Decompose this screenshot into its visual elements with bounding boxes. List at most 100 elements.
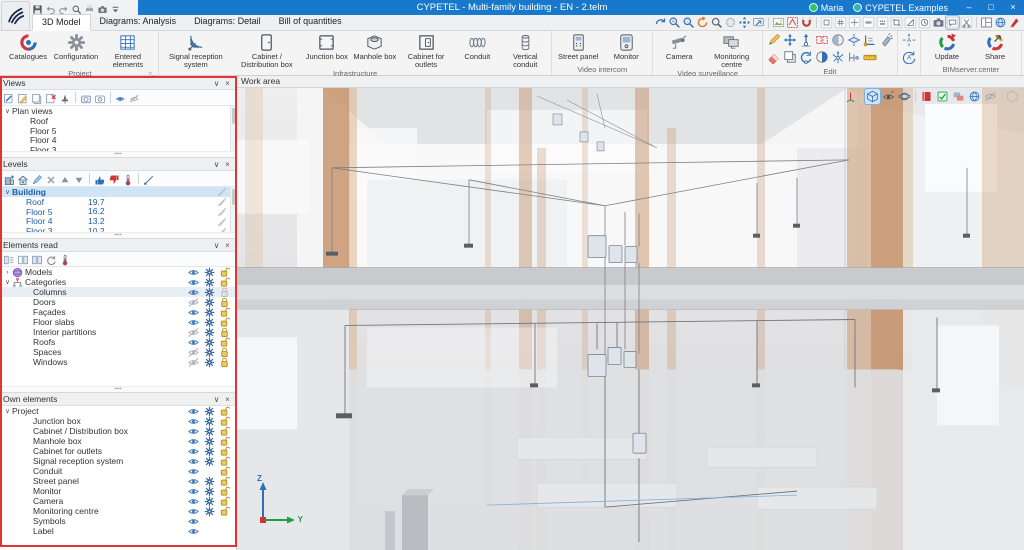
own-elements-row-camera[interactable]: Camera	[0, 496, 236, 506]
move-down-icon[interactable]	[73, 173, 85, 185]
lock-toggle-icon[interactable]	[219, 357, 230, 368]
add-level-icon[interactable]	[17, 173, 29, 185]
flatten-button[interactable]	[847, 33, 861, 47]
view-layers-icon[interactable]	[951, 89, 966, 104]
collapse-icon[interactable]: ∨	[211, 240, 222, 251]
configuration-button[interactable]: Configuration	[52, 32, 100, 61]
import-template-icon[interactable]	[786, 16, 799, 29]
expander-icon[interactable]: ∨	[3, 278, 12, 286]
share-button[interactable]: Share	[971, 32, 1019, 61]
own-elements-row-symbols[interactable]: Symbols	[0, 516, 236, 526]
view-green-icon[interactable]	[935, 89, 950, 104]
reject-icon[interactable]	[108, 173, 120, 185]
web-icon[interactable]	[994, 16, 1007, 29]
delete-level-icon[interactable]	[45, 173, 57, 185]
elements-read-row-interior-partitions[interactable]: Interior partitions	[0, 327, 236, 337]
catalogues-button[interactable]: Catalogues	[4, 32, 52, 61]
edit-view-icon[interactable]	[17, 92, 29, 104]
keyboard-icon[interactable]	[876, 16, 889, 29]
levels-row-roof[interactable]: Roof19.7	[0, 197, 236, 207]
move-vertical-button[interactable]	[799, 33, 813, 47]
views-row-floor-4[interactable]: Floor 4	[0, 135, 236, 145]
3d-scene[interactable]	[237, 88, 1024, 550]
add-building-icon[interactable]	[3, 173, 15, 185]
erase-button[interactable]	[767, 50, 781, 64]
redo-icon[interactable]	[58, 2, 69, 13]
undo-icon[interactable]	[45, 2, 56, 13]
move-up-icon[interactable]	[59, 173, 71, 185]
entered-elements-button[interactable]: Entered elements	[100, 32, 156, 69]
levels-row-floor-4[interactable]: Floor 413.2	[0, 216, 236, 226]
move-button[interactable]	[783, 33, 797, 47]
symmetry-move-button[interactable]	[815, 50, 829, 64]
window-layout-icon[interactable]	[980, 16, 993, 29]
junction-box-button[interactable]: Junction box	[303, 32, 351, 61]
close-icon[interactable]: ×	[222, 240, 233, 251]
collapse-icon[interactable]: ∨	[211, 159, 222, 170]
default-view-icon[interactable]	[59, 92, 71, 104]
scatter-button[interactable]	[831, 50, 845, 64]
orbit-icon[interactable]	[654, 16, 667, 29]
conduit-button[interactable]: Conduit	[453, 32, 501, 61]
close-icon[interactable]: ×	[222, 78, 233, 89]
view-book-icon[interactable]	[919, 89, 934, 104]
clock-icon[interactable]	[918, 16, 931, 29]
expander-icon[interactable]: ∨	[3, 188, 12, 196]
street-panel-button[interactable]: Street panel	[554, 32, 602, 61]
edit-button[interactable]	[767, 33, 781, 47]
scrollbar[interactable]	[230, 187, 236, 232]
view-orbit-icon[interactable]	[897, 89, 912, 104]
view-eye-icon[interactable]	[881, 89, 896, 104]
new-view-icon[interactable]	[3, 92, 15, 104]
tab-bill-of-quantities[interactable]: Bill of quantities	[270, 14, 351, 29]
annotation-icon[interactable]	[946, 16, 959, 29]
app-logo-icon[interactable]	[1, 1, 30, 31]
own-elements-row-street-panel[interactable]: Street panel	[0, 476, 236, 486]
symmetry-copy-button[interactable]	[831, 33, 845, 47]
match-properties-button[interactable]	[879, 33, 893, 47]
views-row-roof[interactable]: Roof	[0, 116, 236, 126]
show-views-icon[interactable]	[115, 92, 127, 104]
rotate-text-button[interactable]: A	[902, 50, 916, 64]
axes-icon[interactable]	[843, 89, 858, 104]
zoom-icon[interactable]	[71, 2, 82, 13]
snap-icon[interactable]	[800, 16, 813, 29]
delete-view-icon[interactable]	[45, 92, 57, 104]
dialog-launcher-icon[interactable]	[148, 66, 156, 74]
copy-view-icon[interactable]	[80, 92, 92, 104]
views-row-plan-views[interactable]: ∨Plan views	[0, 106, 236, 116]
more-icon[interactable]	[110, 2, 121, 13]
lock-toggle-icon[interactable]	[219, 506, 230, 517]
own-elements-row-monitor[interactable]: Monitor	[0, 486, 236, 496]
elements-read-row-models[interactable]: ›Models	[0, 267, 236, 277]
levels-row-floor-5[interactable]: Floor 516.2	[0, 207, 236, 217]
own-elements-row-manhole-box[interactable]: Manhole box	[0, 436, 236, 446]
views-row-floor-3[interactable]: Floor 3	[0, 145, 236, 151]
collapse-icon[interactable]: ∨	[211, 78, 222, 89]
elements-read-row-floor-slabs[interactable]: Floor slabs	[0, 317, 236, 327]
elements-read-row-doors[interactable]: Doors	[0, 297, 236, 307]
tab-diagrams-analysis[interactable]: Diagrams: Analysis	[91, 14, 186, 29]
hide-views-icon[interactable]	[129, 92, 141, 104]
display-options-icon[interactable]	[204, 357, 215, 368]
own-elements-row-label[interactable]: Label	[0, 526, 236, 536]
own-elements-row-conduit[interactable]: Conduit	[0, 466, 236, 476]
own-elements-row-cabinet-for-outlets[interactable]: Cabinet for outlets	[0, 446, 236, 456]
styles-icon[interactable]	[1008, 16, 1021, 29]
user-button[interactable]: Maria	[809, 3, 844, 13]
3d-viewport[interactable]: Z Y	[237, 88, 1024, 550]
assign-view-icon[interactable]	[94, 92, 106, 104]
thermometer-icon[interactable]	[122, 173, 134, 185]
vertical-conduit-button[interactable]: Vertical conduit	[501, 32, 549, 69]
capture-icon[interactable]	[932, 16, 945, 29]
align-reference-button[interactable]	[863, 33, 877, 47]
accept-icon[interactable]	[94, 173, 106, 185]
pan-icon[interactable]	[738, 16, 751, 29]
ortho-icon[interactable]	[820, 16, 833, 29]
close-icon[interactable]: ×	[222, 159, 233, 170]
elements-read-row-roofs[interactable]: Roofs	[0, 337, 236, 347]
cut-icon[interactable]	[960, 16, 973, 29]
monitoring-centre-button[interactable]: Monitoring centre	[703, 32, 760, 69]
own-elements-row-junction-box[interactable]: Junction box	[0, 416, 236, 426]
redraw-icon[interactable]	[696, 16, 709, 29]
